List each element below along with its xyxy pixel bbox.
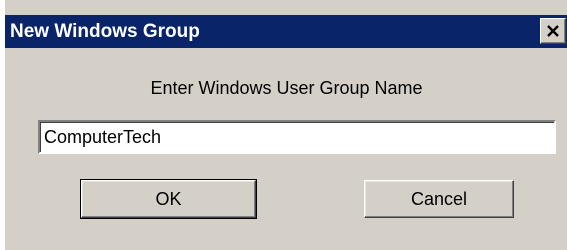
ok-button[interactable]: OK (80, 179, 257, 219)
close-icon (547, 25, 559, 37)
new-windows-group-dialog: New Windows Group Enter Windows User Gro… (4, 0, 567, 250)
group-name-prompt: Enter Windows User Group Name (150, 78, 423, 98)
title-bar[interactable]: New Windows Group (5, 15, 567, 48)
close-button[interactable] (540, 18, 566, 44)
cancel-button[interactable]: Cancel (364, 180, 514, 218)
group-name-input[interactable] (38, 120, 556, 154)
window-title: New Windows Group (10, 21, 200, 42)
